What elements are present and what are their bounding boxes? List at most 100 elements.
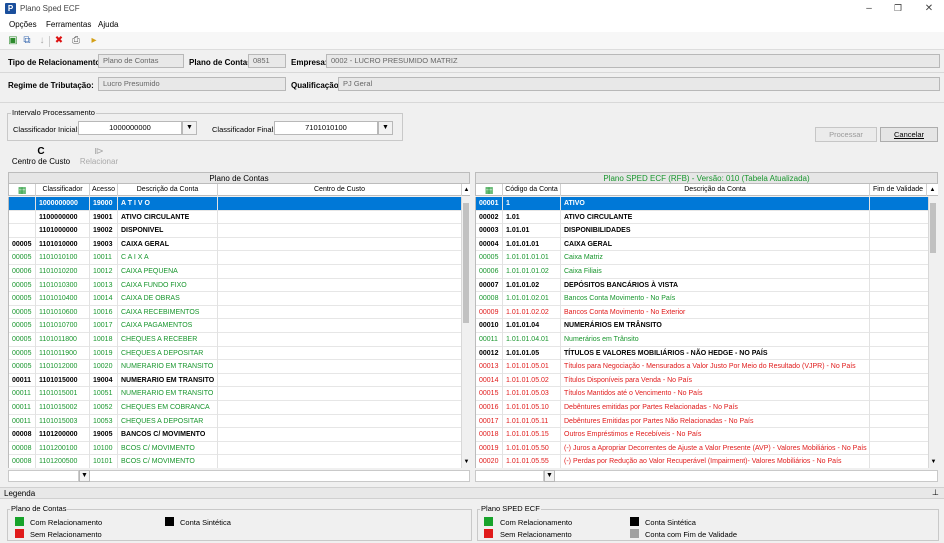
table-row[interactable]: 00014 1.01.01.05.02 Títulos Disponíveis pa…	[476, 373, 928, 388]
cell-descricao: BCOS C/ MOVIMENTO	[118, 441, 218, 456]
table-row[interactable]: 00016 1.01.01.05.10 Debêntures emitidas po…	[476, 401, 928, 415]
chevron-down-icon[interactable]: ▼	[182, 121, 197, 135]
scroll-thumb[interactable]	[930, 203, 936, 253]
cancelar-button[interactable]: Cancelar	[880, 127, 938, 142]
table-row[interactable]: 00006 1101010200 10012 CAIXA PEQUENA	[9, 265, 461, 279]
select-all-icon[interactable]: ▦	[9, 184, 36, 196]
table-row[interactable]: 00005 1101011800 10018 CHEQUES A RECEBER	[9, 333, 461, 347]
table-row[interactable]: 00011 1101015003 10053 CHEQUES A DEPOSITAR	[9, 414, 461, 429]
menu-ferramentas[interactable]: Ferramentas	[46, 20, 91, 29]
cell-descricao: Outros Empréstimos e Recebíveis - No Paí…	[561, 428, 870, 442]
table-row[interactable]: 00009 1.01.01.02.02 Bancos Conta Movimento…	[476, 305, 928, 320]
table-row[interactable]: 00007 1.01.01.02 DEPÓSITOS BANCÁRIOS À VIS…	[476, 278, 928, 293]
classificador-inicial-input[interactable]: 1000000000	[78, 121, 182, 135]
cell-fim-validade	[870, 360, 928, 374]
scroll-down-icon[interactable]: ▼	[462, 458, 471, 467]
maximize-icon[interactable]: ❐	[891, 3, 905, 14]
table-row[interactable]: 00011 1101015000 19004 NUMERARIO EM TRANSIT…	[9, 373, 461, 388]
chevron-down-icon[interactable]: ▼	[79, 470, 90, 482]
scroll-down-icon[interactable]: ▼	[929, 458, 938, 467]
cell-descricao: ATIVO	[561, 197, 870, 211]
cell-fim-validade	[870, 347, 928, 361]
chevron-down-icon[interactable]: ▼	[378, 121, 393, 135]
legend-label: Conta Sintética	[645, 518, 696, 527]
col-descricao-conta[interactable]: Descrição da Conta	[561, 184, 870, 196]
down-arrow-icon[interactable]: ↓	[36, 35, 48, 47]
processar-button[interactable]: Processar	[815, 127, 877, 142]
filter-input[interactable]	[9, 471, 79, 481]
col-codigo-conta[interactable]: Código da Conta	[503, 184, 561, 196]
table-row[interactable]: 00005 1101011900 10019 CHEQUES A DEPOSITAR	[9, 346, 461, 361]
table-row[interactable]: 00005 1101010000 19003 CAIXA GERAL	[9, 237, 461, 252]
col-centro-custo[interactable]: Centro de Custo	[218, 184, 462, 196]
table-row[interactable]: 1000000000 19000 A T I V O	[9, 197, 461, 211]
chevron-down-icon[interactable]: ▼	[544, 470, 555, 482]
classificador-final-input[interactable]: 7101010100	[274, 121, 378, 135]
table-row[interactable]: 00005 1101010600 10016 CAIXA RECEBIMENTOS	[9, 305, 461, 320]
table-row[interactable]: 00006 1.01.01.01.02 Caixa Filiais	[476, 265, 928, 279]
cell-classificador: 1000000000	[36, 197, 90, 211]
table-row[interactable]: 00008 1101200500 10101 BCOS C/ MOVIMENTO	[9, 455, 461, 468]
table-row[interactable]: 00012 1.01.01.05 TÍTULOS E VALORES MOBILIÁ…	[476, 346, 928, 361]
menu-ajuda[interactable]: Ajuda	[98, 20, 118, 29]
table-row[interactable]: 00017 1.01.01.05.11 Debêntures Emitidas po…	[476, 414, 928, 429]
col-acesso[interactable]: Acesso	[90, 184, 118, 196]
table-row[interactable]: 00011 1.01.01.04.01 Numerários em Trânsito	[476, 333, 928, 347]
delete-icon[interactable]: ✖	[53, 35, 65, 47]
left-scrollbar[interactable]: ▼	[461, 197, 470, 468]
close-icon[interactable]: ✕	[922, 3, 936, 14]
scroll-up-icon[interactable]: ▲	[928, 186, 937, 195]
centro-custo-button[interactable]: C Centro de Custo	[8, 146, 74, 168]
table-row[interactable]: 00013 1.01.01.05.01 Títulos para Negociaçã…	[476, 360, 928, 374]
cell-fim-validade	[870, 292, 928, 306]
table-row[interactable]: 00001 1 ATIVO	[476, 197, 928, 211]
table-row[interactable]: 00005 1101010400 10014 CAIXA DE OBRAS	[9, 292, 461, 306]
table-row[interactable]: 00008 1101200000 19005 BANCOS C/ MOVIMENTO	[9, 428, 461, 442]
scroll-up-icon[interactable]: ▲	[462, 186, 471, 195]
table-row[interactable]: 00005 1101010700 10017 CAIXA PAGAMENTOS	[9, 319, 461, 333]
table-row[interactable]: 00020 1.01.01.05.55 (-) Perdas por Redução…	[476, 455, 928, 468]
classificador-final-label: Classificador Final:	[212, 125, 276, 134]
table-row[interactable]: 00018 1.01.01.05.15 Outros Empréstimos e R…	[476, 428, 928, 442]
copy-icon[interactable]: ⧉	[21, 35, 33, 47]
table-row[interactable]: 00019 1.01.01.05.50 (-) Juros a Apropriar …	[476, 441, 928, 456]
table-row[interactable]: 00005 1101010100 10011 C A I X A	[9, 251, 461, 265]
table-row[interactable]: 00003 1.01.01 DISPONIBILIDADES	[476, 224, 928, 238]
cell-fim-validade	[870, 211, 928, 225]
pin-icon[interactable]: ⊥	[932, 488, 939, 497]
table-row[interactable]: 00011 1101015001 10051 NUMERARIO EM TRANSIT…	[9, 387, 461, 401]
right-scrollbar[interactable]: ▼	[928, 197, 937, 468]
cell-centro-custo	[218, 374, 461, 388]
table-row[interactable]: 00004 1.01.01.01 CAIXA GERAL	[476, 237, 928, 252]
table-row[interactable]: 00010 1.01.01.04 NUMERÁRIOS EM TRÂNSITO	[476, 319, 928, 333]
cell-fim-validade	[870, 428, 928, 442]
cell-descricao: ATIVO CIRCULANTE	[118, 210, 218, 225]
regime-tributacao-field: Lucro Presumido	[98, 77, 286, 91]
table-row[interactable]: 00015 1.01.01.05.03 Títulos Mantidos até o…	[476, 387, 928, 401]
table-row[interactable]: 00008 1101200100 10100 BCOS C/ MOVIMENTO	[9, 441, 461, 456]
table-row[interactable]: 00008 1.01.01.02.01 Bancos Conta Movimento…	[476, 292, 928, 306]
table-row[interactable]: 00011 1101015002 10052 CHEQUES EM COBRANCA	[9, 401, 461, 415]
menu-opcoes[interactable]: Opções	[9, 20, 37, 29]
col-classificador[interactable]: Classificador	[36, 184, 90, 196]
table-row[interactable]: 00005 1.01.01.01.01 Caixa Matriz	[476, 251, 928, 265]
table-row[interactable]: 1101000000 19002 DISPONIVEL	[9, 224, 461, 238]
select-all-icon[interactable]: ▦	[476, 184, 503, 196]
col-fim-validade[interactable]: Fim de Validade	[870, 184, 927, 196]
table-row[interactable]: 00005 1101012000 10020 NUMERARIO EM TRANSIT…	[9, 360, 461, 374]
print-icon[interactable]: ⎙	[70, 35, 82, 47]
filter-input[interactable]	[476, 471, 544, 481]
export-icon[interactable]: ▸	[88, 35, 100, 47]
col-descricao[interactable]: Descrição da Conta	[118, 184, 218, 196]
cell-classificador: 1101000000	[36, 224, 90, 238]
table-row[interactable]: 1100000000 19001 ATIVO CIRCULANTE	[9, 210, 461, 225]
cell-codigo: 1.01.01.01	[503, 237, 561, 252]
table-row[interactable]: 00002 1.01 ATIVO CIRCULANTE	[476, 210, 928, 225]
legend-swatch	[484, 517, 493, 526]
minimize-icon[interactable]: –	[862, 3, 876, 14]
cell-indicator: 00011	[9, 414, 36, 429]
table-row[interactable]: 00005 1101010300 10013 CAIXA FUNDO FIXO	[9, 278, 461, 293]
scroll-thumb[interactable]	[463, 203, 469, 323]
relacionar-button[interactable]: ⧐ Relacionar	[77, 146, 121, 168]
new-icon[interactable]: ▣	[7, 35, 19, 47]
